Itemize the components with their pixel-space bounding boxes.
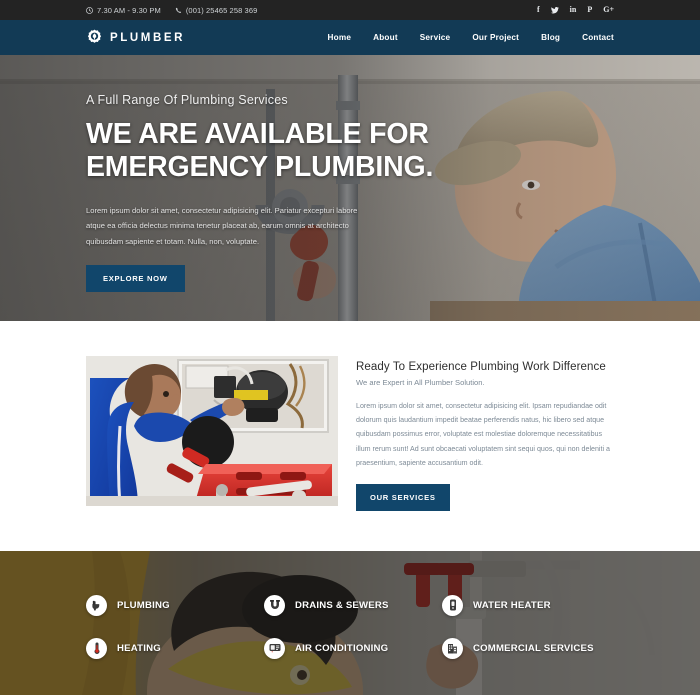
page-root: 7.30 AM - 9.30 PM (001) 25465 258 369 f … [0, 0, 700, 695]
about-text-block: Ready To Experience Plumbing Work Differ… [356, 356, 614, 511]
top-bar: 7.30 AM - 9.30 PM (001) 25465 258 369 f … [0, 0, 700, 20]
services-grid: PLUMBING DRAINS & SEWERS WATER HEATER HE… [0, 551, 700, 695]
about-paragraph: Lorem ipsum dolor sit amet, consectetur … [356, 402, 610, 467]
social-links: f in P G+ [537, 6, 614, 14]
service-item-water-heater[interactable]: WATER HEATER [442, 594, 614, 616]
nav-item-service[interactable]: Service [420, 33, 451, 42]
thermometer-icon [86, 637, 107, 659]
building-icon [442, 637, 463, 659]
main-navbar: PLUMBER Home About Service Our Project B… [0, 20, 700, 55]
nav-item-home[interactable]: Home [328, 33, 352, 42]
contact-phone[interactable]: (001) 25465 258 369 [175, 6, 258, 15]
about-subtitle: We are Expert in All Plumber Solution. [356, 378, 485, 387]
brand-name: PLUMBER [110, 31, 186, 44]
toilet-icon [86, 594, 107, 616]
brand-logo[interactable]: PLUMBER [86, 29, 185, 46]
about-section: Ready To Experience Plumbing Work Differ… [0, 321, 700, 551]
service-label-drains-sewers: DRAINS & SEWERS [295, 599, 389, 611]
business-hours: 7.30 AM - 9.30 PM [86, 6, 161, 15]
phone-icon [175, 7, 182, 14]
nav-item-blog[interactable]: Blog [541, 33, 560, 42]
service-label-plumbing: PLUMBING [117, 599, 170, 611]
about-image [86, 356, 338, 506]
our-services-button[interactable]: OUR SERVICES [356, 483, 450, 511]
service-item-commercial-services[interactable]: COMMERCIAL SERVICES [442, 637, 614, 659]
linkedin-icon[interactable]: in [570, 6, 577, 14]
top-bar-info: 7.30 AM - 9.30 PM (001) 25465 258 369 [86, 6, 257, 15]
drain-pipe-icon [264, 594, 285, 616]
service-item-heating[interactable]: HEATING [86, 637, 258, 659]
plumber-badge-icon [86, 29, 103, 46]
air-conditioner-icon [264, 637, 285, 659]
nav-menu: Home About Service Our Project Blog Cont… [328, 33, 614, 42]
hero-section: A Full Range Of Plumbing Services WE ARE… [0, 55, 700, 321]
nav-item-our-project[interactable]: Our Project [472, 33, 519, 42]
service-item-drains-sewers[interactable]: DRAINS & SEWERS [264, 594, 436, 616]
google-plus-icon[interactable]: G+ [603, 6, 614, 14]
services-section: PLUMBING DRAINS & SEWERS WATER HEATER HE… [0, 550, 700, 695]
about-title: Ready To Experience Plumbing Work Differ… [356, 361, 606, 373]
facebook-icon[interactable]: f [537, 6, 540, 14]
pinterest-icon[interactable]: P [587, 6, 592, 14]
nav-item-about[interactable]: About [373, 33, 398, 42]
water-heater-icon [442, 594, 463, 616]
clock-icon [86, 6, 93, 14]
contact-phone-text: (001) 25465 258 369 [185, 5, 258, 15]
service-label-water-heater: WATER HEATER [473, 599, 551, 611]
nav-item-contact[interactable]: Contact [582, 33, 614, 42]
service-item-plumbing[interactable]: PLUMBING [86, 594, 258, 616]
twitter-icon[interactable] [550, 6, 559, 14]
hero-subtitle: A Full Range Of Plumbing Services [86, 93, 288, 107]
service-item-air-conditioning[interactable]: AIR CONDITIONING [264, 637, 436, 659]
service-label-heating: HEATING [117, 642, 161, 654]
service-label-commercial-services: COMMERCIAL SERVICES [473, 642, 594, 654]
explore-now-button[interactable]: EXPLORE NOW [86, 265, 185, 293]
hero-title: WE ARE AVAILABLE FOR EMERGENCY PLUMBING. [86, 118, 434, 184]
hero-paragraph: Lorem ipsum dolor sit amet, consectetur … [86, 205, 358, 246]
service-label-air-conditioning: AIR CONDITIONING [295, 642, 389, 654]
hero-content: A Full Range Of Plumbing Services WE ARE… [0, 55, 700, 321]
business-hours-text: 7.30 AM - 9.30 PM [97, 5, 161, 15]
